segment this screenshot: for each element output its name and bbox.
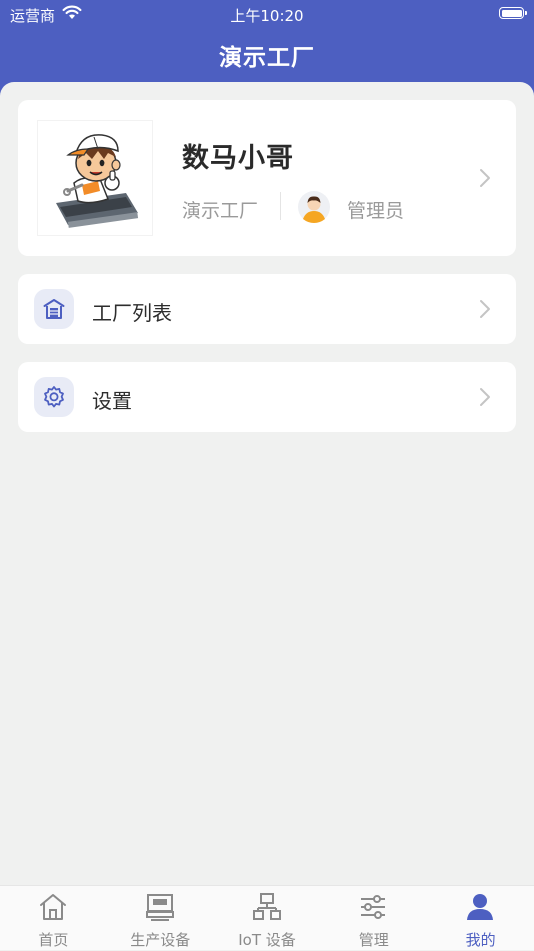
chevron-right-icon (480, 300, 490, 318)
status-time: 上午10:20 (230, 7, 304, 25)
tab-label: 我的 (465, 931, 496, 949)
tab-management[interactable]: 管理 (320, 886, 427, 951)
chevron-right-icon (480, 169, 490, 187)
role-label: 管理员 (347, 200, 405, 222)
tab-production-equipment[interactable]: 生产设备 (107, 886, 214, 951)
menu-item-label: 设置 (92, 389, 132, 413)
tab-iot-devices[interactable]: IoT 设备 (214, 886, 321, 951)
network-icon (252, 893, 281, 920)
machine-icon (145, 894, 174, 921)
tab-label: 首页 (38, 931, 69, 949)
profile-card[interactable]: 数马小哥 演示工厂 管理员 (18, 100, 516, 256)
mascot-avatar-icon (38, 121, 152, 235)
person-icon (467, 894, 494, 920)
divider (280, 192, 281, 220)
menu-item-settings[interactable]: 设置 (18, 362, 516, 432)
menu-item-label: 工厂列表 (92, 301, 172, 325)
sliders-icon (361, 895, 386, 919)
gear-icon (34, 377, 74, 417)
status-bar: 运营商 上午10:20 (0, 0, 534, 28)
factory-name: 演示工厂 (182, 200, 259, 222)
user-name: 数马小哥 (182, 143, 294, 174)
tab-home[interactable]: 首页 (0, 886, 107, 951)
chevron-right-icon (480, 388, 490, 406)
tab-mine[interactable]: 我的 (427, 886, 534, 951)
battery-icon (499, 7, 527, 19)
user-avatar-icon (298, 191, 330, 223)
tab-label: 管理 (358, 931, 389, 949)
home-icon (40, 894, 66, 920)
menu-item-factory-list[interactable]: 工厂列表 (18, 274, 516, 344)
tab-label: 生产设备 (130, 931, 191, 949)
page-title: 演示工厂 (219, 45, 315, 71)
tab-bar: 首页 生产设备 IoT 设备 管理 我的 (0, 885, 534, 950)
tab-label: IoT 设备 (238, 931, 296, 949)
factory-icon (34, 289, 74, 329)
